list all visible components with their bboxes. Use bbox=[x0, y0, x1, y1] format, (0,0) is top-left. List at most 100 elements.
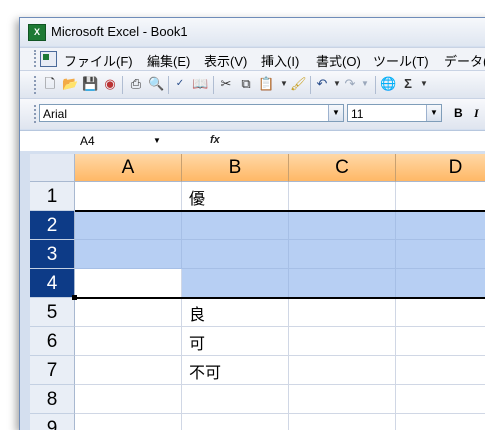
redo-icon[interactable]: ↷ bbox=[342, 76, 358, 92]
cell-b8[interactable] bbox=[182, 385, 289, 414]
cell-b4[interactable] bbox=[182, 269, 289, 298]
row-header-5[interactable]: 5 bbox=[30, 298, 75, 327]
workbook-icon[interactable] bbox=[40, 51, 57, 67]
menu-data[interactable]: データ(D) bbox=[444, 51, 485, 70]
bold-button[interactable]: B bbox=[454, 106, 463, 120]
cell-c4[interactable] bbox=[289, 269, 396, 298]
font-name-value: Arial bbox=[43, 107, 68, 121]
italic-button[interactable]: I bbox=[474, 106, 479, 121]
format-painter-icon[interactable]: 🖌 bbox=[290, 76, 307, 92]
cell-a2[interactable] bbox=[75, 211, 182, 240]
spelling-icon[interactable]: ✓ bbox=[172, 76, 188, 92]
cell-a7[interactable] bbox=[75, 356, 182, 385]
toolbar-separator bbox=[310, 76, 311, 94]
cell-d4[interactable] bbox=[396, 269, 485, 298]
research-icon[interactable]: 📖 bbox=[192, 76, 208, 92]
column-header-c[interactable]: C bbox=[289, 154, 396, 182]
excel-window: X Microsoft Excel - Book1 ファイル(F) 編集(E) … bbox=[19, 17, 485, 430]
cell-a3[interactable] bbox=[75, 240, 182, 269]
row-header-3[interactable]: 3 bbox=[30, 240, 75, 269]
row-header-6[interactable]: 6 bbox=[30, 327, 75, 356]
cut-icon[interactable]: ✂ bbox=[218, 76, 234, 92]
cell-d8[interactable] bbox=[396, 385, 485, 414]
cell-a6[interactable] bbox=[75, 327, 182, 356]
cell-c8[interactable] bbox=[289, 385, 396, 414]
selection-bottom-border bbox=[75, 297, 485, 299]
cell-b1[interactable]: 優 bbox=[182, 182, 289, 211]
cell-b3[interactable] bbox=[182, 240, 289, 269]
font-name-combo[interactable]: Arial ▼ bbox=[39, 104, 344, 122]
cell-a1[interactable] bbox=[75, 182, 182, 211]
cell-c1[interactable] bbox=[289, 182, 396, 211]
function-icon[interactable]: fx bbox=[210, 134, 220, 146]
cell-a8[interactable] bbox=[75, 385, 182, 414]
column-header-d[interactable]: D bbox=[396, 154, 485, 182]
toolbar-separator bbox=[375, 76, 376, 94]
undo-icon[interactable]: ↶ bbox=[314, 76, 330, 92]
select-all-corner[interactable] bbox=[30, 154, 75, 182]
menu-edit[interactable]: 編集(E) bbox=[147, 51, 190, 70]
cell-c5[interactable] bbox=[289, 298, 396, 327]
cell-b2[interactable] bbox=[182, 211, 289, 240]
chevron-down-icon[interactable]: ▼ bbox=[426, 105, 441, 121]
print-icon[interactable]: ⎙ bbox=[128, 76, 144, 92]
fill-handle[interactable] bbox=[72, 295, 77, 300]
autosum-icon[interactable]: Σ bbox=[400, 76, 416, 92]
print-preview-icon[interactable]: 🔍 bbox=[148, 76, 164, 92]
column-header-a[interactable]: A bbox=[75, 154, 182, 182]
hyperlink-icon[interactable]: 🌐 bbox=[380, 76, 396, 92]
cell-value: 優 bbox=[189, 191, 206, 208]
cell-d3[interactable] bbox=[396, 240, 485, 269]
cell-d5[interactable] bbox=[396, 298, 485, 327]
menu-tools[interactable]: ツール(T) bbox=[373, 51, 429, 70]
save-icon[interactable]: 💾 bbox=[82, 76, 98, 92]
cell-c7[interactable] bbox=[289, 356, 396, 385]
cell-b9[interactable] bbox=[182, 414, 289, 430]
redo-dropdown-icon[interactable]: ▼ bbox=[357, 76, 373, 92]
open-icon[interactable]: 📂 bbox=[62, 76, 78, 92]
menu-format[interactable]: 書式(O) bbox=[316, 51, 361, 70]
row-header-1[interactable]: 1 bbox=[30, 182, 75, 211]
chevron-down-icon[interactable]: ▼ bbox=[328, 105, 343, 121]
cell-a4[interactable] bbox=[75, 269, 182, 298]
cell-d7[interactable] bbox=[396, 356, 485, 385]
cell-d1[interactable] bbox=[396, 182, 485, 211]
row-header-7[interactable]: 7 bbox=[30, 356, 75, 385]
menu-file[interactable]: ファイル(F) bbox=[64, 51, 133, 70]
row-header-8[interactable]: 8 bbox=[30, 385, 75, 414]
permission-icon[interactable]: ◉ bbox=[102, 76, 118, 92]
cell-b5[interactable]: 良 bbox=[182, 298, 289, 327]
excel-app-icon[interactable]: X bbox=[28, 24, 46, 41]
menu-view[interactable]: 表示(V) bbox=[204, 51, 247, 70]
menubar-grip[interactable] bbox=[34, 50, 38, 67]
cell-a5[interactable] bbox=[75, 298, 182, 327]
new-icon[interactable]: 🗋 bbox=[42, 76, 58, 92]
cell-c2[interactable] bbox=[289, 211, 396, 240]
row-header-4[interactable]: 4 bbox=[30, 269, 75, 298]
column-header-b[interactable]: B bbox=[182, 154, 289, 182]
cell-b6[interactable]: 可 bbox=[182, 327, 289, 356]
cell-c3[interactable] bbox=[289, 240, 396, 269]
cell-d9[interactable] bbox=[396, 414, 485, 430]
row-header-9[interactable]: 9 bbox=[30, 414, 75, 430]
cell-c9[interactable] bbox=[289, 414, 396, 430]
standard-toolbar: 🗋 📂 💾 ◉ ⎙ 🔍 ✓ 📖 ✂ ⧉ 📋 ▼ 🖌 ↶ ▼ ↷ ▼ 🌐 Σ ▼ bbox=[20, 70, 485, 98]
paste-icon[interactable]: 📋 bbox=[258, 76, 274, 92]
cell-d6[interactable] bbox=[396, 327, 485, 356]
row-header-2[interactable]: 2 bbox=[30, 211, 75, 240]
copy-icon[interactable]: ⧉ bbox=[238, 76, 254, 92]
name-box[interactable]: A4 ▼ bbox=[30, 132, 170, 150]
toolbar-grip[interactable] bbox=[34, 76, 36, 94]
menu-bar: ファイル(F) 編集(E) 表示(V) 挿入(I) 書式(O) ツール(T) デ… bbox=[20, 47, 485, 70]
cell-b7[interactable]: 不可 bbox=[182, 356, 289, 385]
toolbar-separator bbox=[213, 76, 214, 94]
formatting-grip[interactable] bbox=[34, 105, 36, 123]
cell-c6[interactable] bbox=[289, 327, 396, 356]
title-bar[interactable]: X Microsoft Excel - Book1 bbox=[20, 18, 485, 46]
font-size-combo[interactable]: 11 ▼ bbox=[347, 104, 442, 122]
autosum-dropdown-icon[interactable]: ▼ bbox=[416, 76, 432, 92]
chevron-down-icon[interactable]: ▼ bbox=[153, 132, 161, 150]
cell-a9[interactable] bbox=[75, 414, 182, 430]
cell-d2[interactable] bbox=[396, 211, 485, 240]
menu-insert[interactable]: 挿入(I) bbox=[261, 51, 299, 70]
